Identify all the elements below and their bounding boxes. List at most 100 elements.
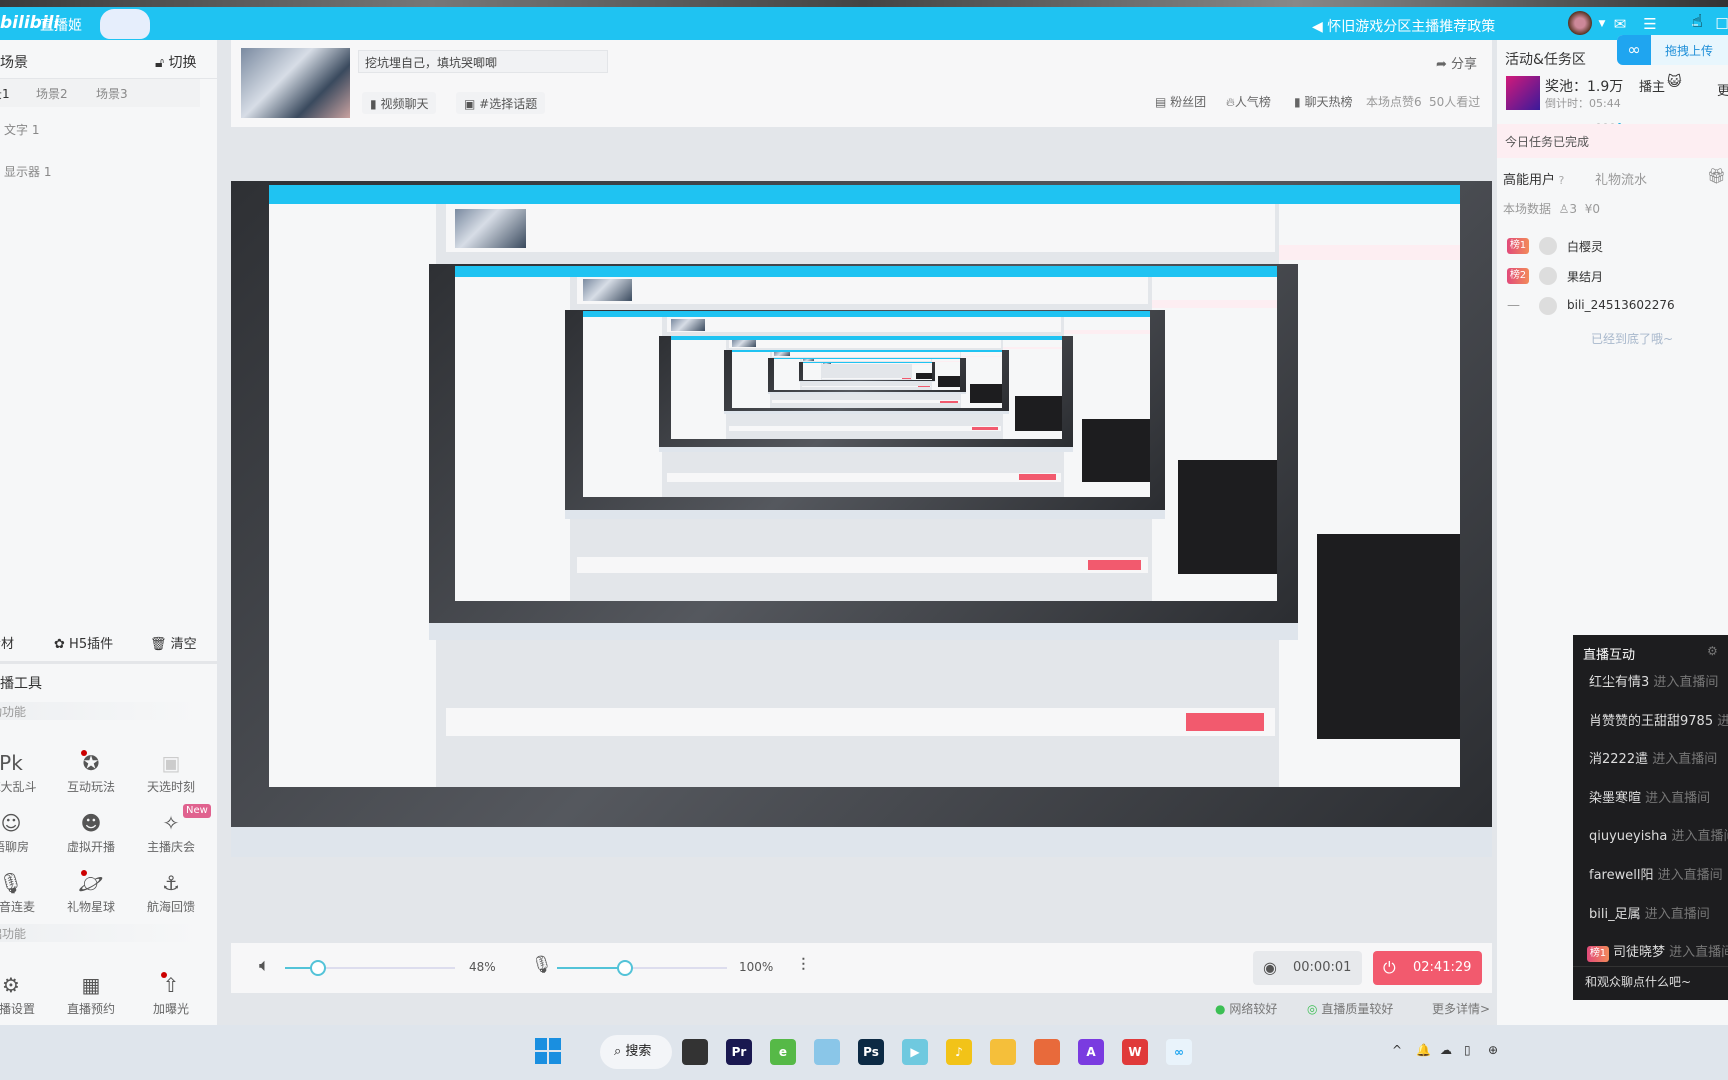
chevron-down-icon[interactable]: ▼ bbox=[1592, 14, 1612, 34]
chat-user[interactable]: bili_足属 bbox=[1589, 907, 1641, 922]
tool-boost[interactable]: ⇧ 加曝光 bbox=[131, 972, 211, 1017]
room-title-input[interactable]: 挖坑埋自己，填坑哭唧唧 bbox=[358, 50, 608, 73]
chat-user[interactable]: 肖赞赞的王甜甜9785 bbox=[1589, 714, 1713, 729]
taskbar-search[interactable]: ⌕ 搜索 bbox=[600, 1035, 672, 1069]
chat-user[interactable]: 红尘有情3 bbox=[1589, 675, 1649, 690]
chat-user[interactable]: 司徒晓梦 bbox=[1613, 945, 1665, 960]
tray-icon[interactable]: ⊕ bbox=[1488, 1043, 1498, 1057]
tool-mic-chat[interactable]: 🎙︎ 语音连麦 bbox=[0, 870, 51, 915]
source-text-1[interactable]: 文字 1 bbox=[4, 121, 39, 138]
captured-scene-panel bbox=[582, 317, 663, 498]
user-name: bili_24513602276 bbox=[1567, 298, 1675, 312]
tool-tv[interactable]: ▣ 天选时刻 bbox=[131, 750, 211, 795]
tool-gear[interactable]: ⚙ 直播设置 bbox=[0, 972, 51, 1017]
tab-gift-flow[interactable]: 礼物流水 bbox=[1595, 169, 1647, 188]
tool-users[interactable]: ☺ 语聊房 bbox=[0, 810, 51, 855]
countdown: 倒计时：05:44 bbox=[1545, 97, 1621, 110]
menu-icon[interactable]: ☰ bbox=[1640, 14, 1660, 34]
livehime-icon[interactable] bbox=[814, 1039, 840, 1065]
live-preview[interactable] bbox=[231, 181, 1492, 857]
help-icon[interactable]: ? bbox=[1555, 174, 1565, 187]
chat-hot-label: 聊天热榜 bbox=[1304, 95, 1353, 109]
files-icon[interactable] bbox=[990, 1039, 1016, 1065]
activity-banner-image[interactable] bbox=[1506, 76, 1540, 110]
user-row[interactable]: — bili_24513602276 bbox=[1497, 296, 1728, 318]
mixer-icon[interactable]: ⫶ bbox=[801, 955, 806, 976]
party-icon: ✧ New bbox=[131, 804, 211, 836]
tray-icon[interactable]: ☁ bbox=[1440, 1043, 1452, 1057]
tool-anchor[interactable]: ⚓︎ 航海回馈 bbox=[131, 870, 211, 915]
tab-scene-1[interactable]: 场景1 bbox=[0, 85, 10, 102]
slider-knob[interactable] bbox=[309, 960, 326, 976]
tool-party[interactable]: ✧ New 主播庆会 bbox=[131, 804, 211, 855]
stop-live-button[interactable]: ⏻ 02:41:29 bbox=[1373, 951, 1482, 985]
chat-hot-button[interactable]: ▮ 聊天热榜 bbox=[1294, 93, 1352, 110]
tool-rocket[interactable]: ✪ 互动玩法 bbox=[51, 750, 131, 795]
divider bbox=[1573, 966, 1728, 967]
search-icon: ⌕ bbox=[614, 1044, 622, 1059]
mic-volume-slider[interactable] bbox=[557, 960, 727, 976]
tray-icon[interactable]: 🔔 bbox=[1416, 1043, 1431, 1057]
speaker-icon[interactable]: 🔈︎ bbox=[259, 955, 270, 976]
tool-planet[interactable]: 🪐︎ 礼物星球 bbox=[51, 870, 131, 915]
activity-title: 活动&任务区 bbox=[1505, 52, 1586, 68]
topic-button[interactable]: ▣ #选择话题 bbox=[456, 92, 546, 114]
baidu-netdisk-icon[interactable]: ∞ bbox=[1166, 1039, 1192, 1065]
record-button[interactable]: ◉ 00:00:01 bbox=[1253, 951, 1362, 985]
chat-settings-icon[interactable]: ⚙ bbox=[1707, 644, 1718, 658]
more-details-link[interactable]: 更多详情> bbox=[1432, 1000, 1490, 1017]
slider-knob[interactable] bbox=[617, 960, 633, 976]
tool-calendar[interactable]: ▦ 直播预约 bbox=[51, 972, 131, 1017]
tray-icon[interactable]: ▯ bbox=[1464, 1043, 1471, 1057]
tool-label: 互动玩法 bbox=[66, 780, 115, 794]
qq-music-icon[interactable]: ♪ bbox=[946, 1039, 972, 1065]
switch-button[interactable]: 🔓︎ 切换 bbox=[155, 52, 197, 72]
category-button[interactable]: ▮ 视频聊天 bbox=[362, 92, 437, 114]
popularity-button[interactable]: 🔥︎人气榜 bbox=[1226, 93, 1271, 110]
fan-club-button[interactable]: ▤ 粉丝团 bbox=[1155, 93, 1206, 110]
chat-input[interactable]: 和观众聊点什么吧~ bbox=[1585, 973, 1691, 990]
windows-start-icon[interactable] bbox=[535, 1038, 561, 1064]
more-link[interactable]: 更 bbox=[1717, 80, 1728, 99]
gift-icon[interactable]: 🎁︎ bbox=[1707, 167, 1726, 185]
premiere-icon[interactable]: Pr bbox=[726, 1039, 752, 1065]
chat-user[interactable]: 消2222遣 bbox=[1589, 752, 1648, 767]
tab-scene-3[interactable]: 场景3 bbox=[96, 85, 128, 102]
speaker-volume-slider[interactable] bbox=[285, 960, 455, 976]
app-a-icon[interactable]: A bbox=[1078, 1039, 1104, 1065]
carousel-dots[interactable] bbox=[1597, 115, 1627, 126]
drag-upload-tooltip[interactable]: ∞ 拖拽上传 bbox=[1617, 35, 1728, 65]
source-display-1[interactable]: 显示器 1 bbox=[4, 163, 51, 180]
chat-user[interactable]: farewell阳 bbox=[1589, 868, 1653, 883]
material-button[interactable]: 素材 bbox=[0, 633, 14, 652]
clear-button[interactable]: 🗑︎ 清空 bbox=[150, 633, 197, 652]
captured-task-band bbox=[932, 361, 961, 362]
avatar[interactable] bbox=[1568, 11, 1592, 35]
app-orange-icon[interactable] bbox=[1034, 1039, 1060, 1065]
tool-pk[interactable]: Pk PK大乱斗 bbox=[0, 750, 51, 795]
maximize-icon[interactable]: ☐ bbox=[1712, 14, 1728, 34]
user-row[interactable]: 榜2 果结月 bbox=[1497, 266, 1728, 288]
microphone-icon[interactable]: 🎙︎ bbox=[531, 955, 553, 975]
notice-link[interactable]: ◀ 怀旧游戏分区主播推荐政策 bbox=[1312, 16, 1495, 36]
browser-icon[interactable]: e bbox=[770, 1039, 796, 1065]
task-view-icon[interactable] bbox=[682, 1039, 708, 1065]
captured-taskbar bbox=[564, 509, 1165, 520]
tray-icon[interactable]: ^ bbox=[1392, 1043, 1402, 1057]
share-button[interactable]: ➦ 分享 bbox=[1436, 53, 1477, 72]
player-icon[interactable]: ▶ bbox=[902, 1039, 928, 1065]
tab-scene-2[interactable]: 场景2 bbox=[36, 85, 68, 102]
likes-count: 本场点赞6 bbox=[1366, 95, 1422, 109]
user-row[interactable]: 榜1 白樱灵 bbox=[1497, 236, 1728, 258]
tab-high-energy-users[interactable]: 高能用户 ? bbox=[1503, 169, 1564, 188]
photoshop-icon[interactable]: Ps bbox=[858, 1039, 884, 1065]
chat-user[interactable]: 染墨寒暄 bbox=[1589, 791, 1641, 806]
chat-user[interactable]: qiuyueyisha bbox=[1589, 829, 1667, 844]
captured-header bbox=[577, 276, 1149, 304]
mail-icon[interactable]: ✉ bbox=[1610, 14, 1630, 34]
wps-icon[interactable]: W bbox=[1122, 1039, 1148, 1065]
room-cover-image[interactable] bbox=[241, 48, 350, 118]
h5-plugin-button[interactable]: ✿ H5插件 bbox=[54, 633, 113, 652]
tool-label: 加曝光 bbox=[152, 1002, 189, 1016]
tool-virtual-avatar[interactable]: ☻ 虚拟开播 bbox=[51, 810, 131, 855]
